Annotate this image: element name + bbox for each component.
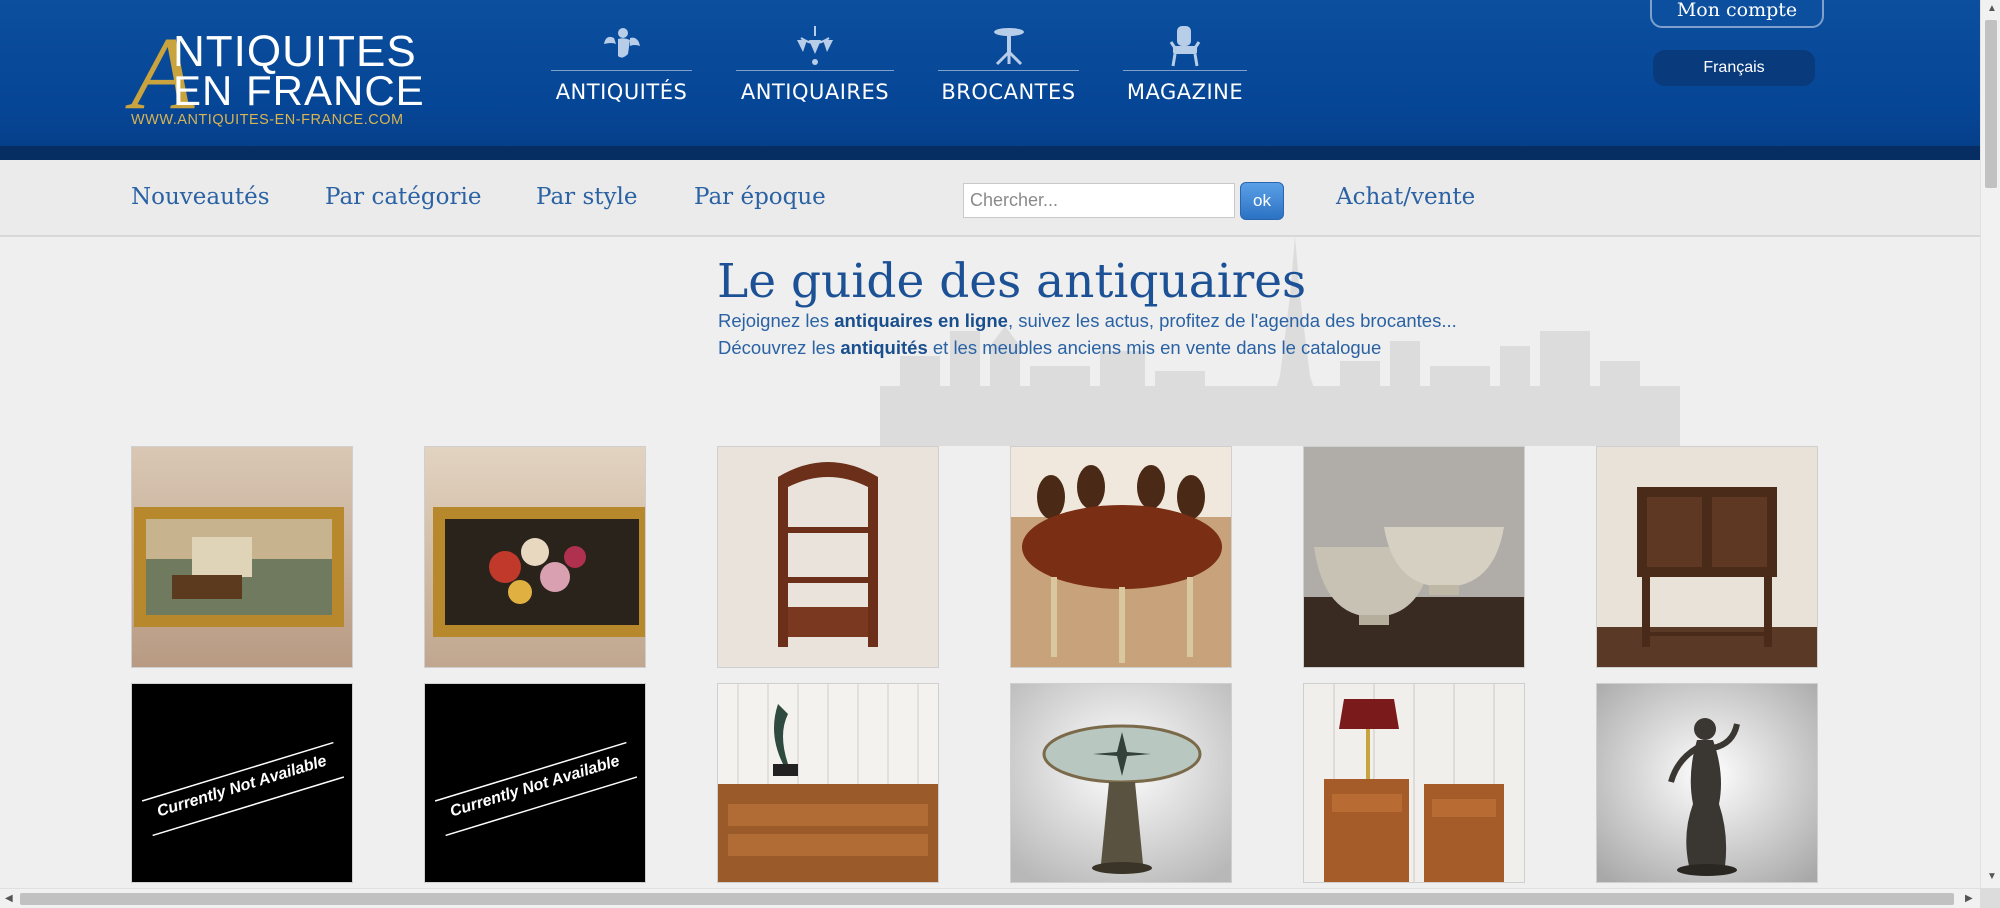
- scroll-down-arrow-icon[interactable]: ▼: [1987, 872, 1997, 882]
- nav-underline: [938, 70, 1079, 71]
- guide-intro-line-1: Rejoignez les antiquaires en ligne, suiv…: [718, 310, 1457, 332]
- product-thumbnail-stone-planters[interactable]: [1303, 446, 1525, 668]
- horizontal-scrollbar-thumb[interactable]: [20, 893, 1954, 905]
- nav-label-antiquaires: ANTIQUAIRES: [740, 80, 890, 104]
- subnav-par-categorie[interactable]: Par catégorie: [325, 184, 481, 210]
- logo-url: WWW.ANTIQUITES-EN-FRANCE.COM: [131, 112, 404, 128]
- account-tab[interactable]: Mon compte: [1650, 0, 1824, 30]
- page-title: Le guide des antiquaires: [717, 254, 1307, 309]
- product-thumbnail-compass-rose-table[interactable]: [1010, 683, 1232, 883]
- product-thumbnail-unavailable[interactable]: Currently Not Available: [131, 683, 353, 883]
- horizontal-scrollbar[interactable]: ◀ ▶: [0, 888, 1980, 908]
- subnav-achat-vente[interactable]: Achat/vente: [1336, 184, 1475, 210]
- nav-antiquaires[interactable]: ANTIQUAIRES: [736, 24, 894, 104]
- guide-text: et les meubles anciens mis en vente dans…: [927, 337, 1382, 358]
- product-thumbnail-carved-cabinet[interactable]: [1596, 446, 1818, 668]
- nav-brocantes[interactable]: BROCANTES: [938, 24, 1079, 104]
- subnav-nouveautes[interactable]: Nouveautés: [131, 184, 270, 210]
- side-table-icon: [993, 28, 1024, 66]
- language-selector[interactable]: Français: [1653, 50, 1815, 86]
- product-thumbnail-round-dining-table[interactable]: [1010, 446, 1232, 668]
- product-thumbnail-statue-on-commode[interactable]: [717, 683, 939, 883]
- scroll-right-arrow-icon[interactable]: ▶: [1965, 894, 1973, 904]
- product-thumbnail-bouillotte-lamp-nightstands[interactable]: [1303, 683, 1525, 883]
- guide-text: Rejoignez les: [718, 310, 835, 331]
- scroll-up-arrow-icon[interactable]: ▲: [1987, 4, 1997, 14]
- guide-intro-line-2: Découvrez les antiquités et les meubles …: [718, 337, 1381, 359]
- header-divider: [0, 146, 1980, 160]
- antiquaires-en-ligne-link[interactable]: antiquaires en ligne: [834, 310, 1008, 331]
- antiquites-link[interactable]: antiquités: [840, 337, 927, 358]
- nav-underline: [551, 70, 692, 71]
- guide-text: , suivez les actus, profitez de l'agenda…: [1007, 310, 1457, 331]
- site-logo[interactable]: A NTIQUITES EN FRANCE WWW.ANTIQUITES-EN-…: [131, 22, 451, 131]
- product-thumbnail-flower-painting[interactable]: [424, 446, 646, 668]
- subnav-par-epoque[interactable]: Par époque: [694, 184, 826, 210]
- cherub-icon: [603, 28, 640, 58]
- scrollbar-corner: [1980, 888, 2000, 908]
- guide-text: Découvrez les: [718, 337, 841, 358]
- vertical-scrollbar[interactable]: ▲ ▼: [1980, 0, 2000, 888]
- product-thumbnail-art-nouveau-etagere[interactable]: [717, 446, 939, 668]
- nav-label-antiquites: ANTIQUITÉS: [555, 80, 688, 104]
- nav-label-brocantes: BROCANTES: [941, 80, 1076, 104]
- nav-underline: [1123, 70, 1247, 71]
- product-thumbnail-landscape-painting[interactable]: [131, 446, 353, 668]
- search-input[interactable]: [963, 183, 1235, 218]
- logo-line-2: EN FRANCE: [173, 67, 425, 114]
- nav-label-magazine: MAGAZINE: [1126, 80, 1244, 104]
- nav-antiquites[interactable]: ANTIQUITÉS: [551, 24, 692, 104]
- product-thumbnail-unavailable[interactable]: Currently Not Available: [424, 683, 646, 883]
- scroll-left-arrow-icon[interactable]: ◀: [5, 894, 13, 904]
- vertical-scrollbar-thumb[interactable]: [1985, 20, 1997, 188]
- subnav-par-style[interactable]: Par style: [536, 184, 637, 210]
- search-ok-button[interactable]: ok: [1240, 182, 1284, 220]
- nav-magazine[interactable]: MAGAZINE: [1123, 24, 1247, 104]
- nav-underline: [736, 70, 894, 71]
- armchair-icon: [1169, 26, 1201, 67]
- product-thumbnail-bronze-statue[interactable]: [1596, 683, 1818, 883]
- chandelier-icon: [797, 26, 833, 65]
- account-label: Mon compte: [1676, 0, 1798, 21]
